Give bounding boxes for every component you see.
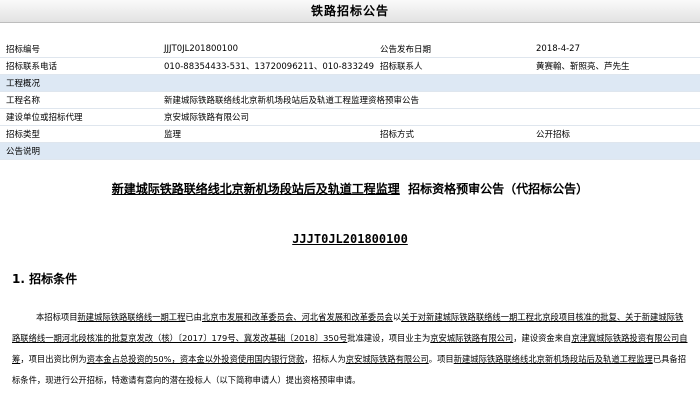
filled-field-text: 北京市发展和改革委员会、河北省发展和改革委员会 <box>201 312 393 322</box>
info-value: 京安城际铁路有限公司 <box>158 108 700 126</box>
info-row: 建设单位或招标代理 京安城际铁路有限公司 <box>0 108 700 126</box>
paragraph-text: 已由 <box>185 312 202 322</box>
paragraph-text: ，建设资金来自 <box>513 333 572 343</box>
headline-project-name: 新建城际铁路联络线北京新机场段站后及轨道工程监理 <box>111 182 400 196</box>
info-value: 2018-4-27 <box>530 41 700 58</box>
info-label: 招标联系人 <box>374 57 530 75</box>
filled-field-text: 京安城际铁路有限公司 <box>430 333 514 343</box>
tender-conditions-paragraph: 本招标项目新建城际铁路联络线一期工程已由北京市发展和改革委员会、河北省发展和改革… <box>12 307 688 391</box>
announcement-headline: 新建城际铁路联络线北京新机场段站后及轨道工程监理 招标资格预审公告（代招标公告） <box>0 180 700 197</box>
paragraph-text: 批准建设，项目业主为 <box>347 333 431 343</box>
paragraph-text: 。项目 <box>428 354 454 364</box>
filled-field-text: 新建城际铁路联络线一期工程 <box>77 312 186 322</box>
info-value: 010-88354433-531、13720096211、010-8332492… <box>158 57 374 75</box>
section-heading-tender-conditions: 1. 招标条件 <box>12 272 78 286</box>
info-label: 招标联系电话 <box>0 57 158 75</box>
announcement-info-table: 招标编号 JJJT0JL201800100 公告发布日期 2018-4-27 招标联系电… <box>0 41 700 160</box>
headline-suffix: 招标资格预审公告（代招标公告） <box>408 182 589 196</box>
page-title: 铁路招标公告 <box>0 0 700 23</box>
info-value: 黄赛翰、靳照亮、芦先生 <box>530 57 700 75</box>
info-row: 工程名称 新建城际铁路联络线北京新机场段站后及轨道工程监理资格预审公告 <box>0 91 700 109</box>
info-row: 招标类型 监理 招标方式 公开招标 <box>0 125 700 143</box>
info-label: 招标类型 <box>0 125 158 143</box>
paragraph-text: 以 <box>392 312 402 322</box>
filled-field-text: 新建城际铁路联络线北京新机场段站后及轨道工程监理 <box>453 354 653 364</box>
info-value: 公开招标 <box>530 125 700 143</box>
announcement-code-text: JJJT0JL201800100 <box>292 232 408 246</box>
announcement-code: JJJT0JL201800100 <box>0 232 700 246</box>
info-label: 招标方式 <box>374 125 530 143</box>
info-label: 建设单位或招标代理 <box>0 108 158 126</box>
info-row: 公告说明 <box>0 142 700 160</box>
info-value: JJJT0JL201800100 <box>158 41 374 58</box>
paragraph-text: ，招标人为 <box>304 354 346 364</box>
info-label: 工程名称 <box>0 91 158 109</box>
paragraph-text: ，项目出资比例为 <box>20 354 87 364</box>
info-row: 工程概况 <box>0 74 700 92</box>
info-value: 新建城际铁路联络线北京新机场段站后及轨道工程监理资格预审公告 <box>158 91 700 109</box>
info-row: 招标联系电话 010-88354433-531、13720096211、010-8… <box>0 57 700 75</box>
info-section-label: 工程概况 <box>0 74 700 92</box>
info-label: 公告发布日期 <box>374 41 530 58</box>
paragraph-text: 本招标项目 <box>36 312 78 322</box>
info-label: 招标编号 <box>0 41 158 58</box>
info-row: 招标编号 JJJT0JL201800100 公告发布日期 2018-4-27 <box>0 41 700 58</box>
info-value: 监理 <box>158 125 374 143</box>
info-section-label: 公告说明 <box>0 142 700 160</box>
filled-field-text: 京安城际铁路有限公司 <box>345 354 429 364</box>
filled-field-text: 资本金占总投资的50%，资本金以外投资使用国内银行贷款 <box>86 354 305 364</box>
